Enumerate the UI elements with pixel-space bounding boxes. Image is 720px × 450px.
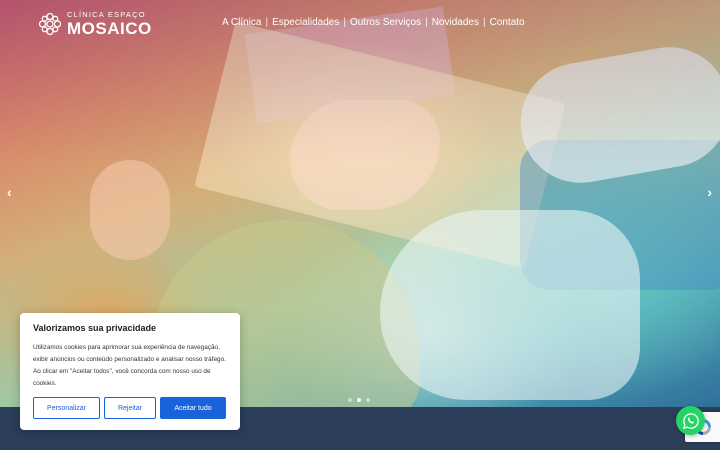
whatsapp-icon xyxy=(682,412,699,429)
site-logo[interactable]: CLÍNICA ESPAÇO MOSAICO xyxy=(38,11,152,37)
main-nav: A Clínica | Especialidades | Outros Serv… xyxy=(222,17,525,28)
nav-separator: | xyxy=(425,17,428,28)
nav-separator: | xyxy=(482,17,486,28)
slider-dot[interactable] xyxy=(366,398,370,402)
cookie-text: Utilizamos cookies para aprimorar sua ex… xyxy=(33,344,226,387)
slider-dot[interactable] xyxy=(348,398,352,402)
cookie-buttons: Personalizar Rejeitar Aceitar tudo xyxy=(33,397,226,419)
reject-button[interactable]: Rejeitar xyxy=(104,397,156,419)
logo-top-text: CLÍNICA ESPAÇO xyxy=(67,10,146,19)
nav-separator: | xyxy=(343,17,346,28)
nav-item-especialidades[interactable]: Especialidades xyxy=(272,17,339,28)
slider-dot-active[interactable] xyxy=(357,398,361,402)
cookie-title: Valorizamos sua privacidade xyxy=(33,323,157,333)
logo-text: CLÍNICA ESPAÇO MOSAICO xyxy=(67,11,152,37)
slider-pagination xyxy=(348,398,370,402)
mosaic-flower-icon xyxy=(38,12,62,35)
nav-separator: | xyxy=(265,17,269,28)
nav-item-a-clinica[interactable]: A Clínica xyxy=(222,17,261,28)
nav-item-contato[interactable]: Contato xyxy=(490,17,525,28)
cookie-consent-banner: Valorizamos sua privacidade Utilizamos c… xyxy=(20,313,240,430)
chevron-left-icon[interactable]: ‹ xyxy=(7,184,12,200)
whatsapp-button[interactable] xyxy=(676,406,705,435)
customize-button[interactable]: Personalizar xyxy=(33,397,100,419)
nav-item-novidades[interactable]: Novidades xyxy=(432,17,479,28)
accept-all-button[interactable]: Aceitar tudo xyxy=(160,397,226,419)
nav-item-outros-servicos[interactable]: Outros Serviços xyxy=(350,17,421,28)
chevron-right-icon[interactable]: › xyxy=(707,184,712,200)
logo-main-text: MOSAICO xyxy=(67,18,152,38)
